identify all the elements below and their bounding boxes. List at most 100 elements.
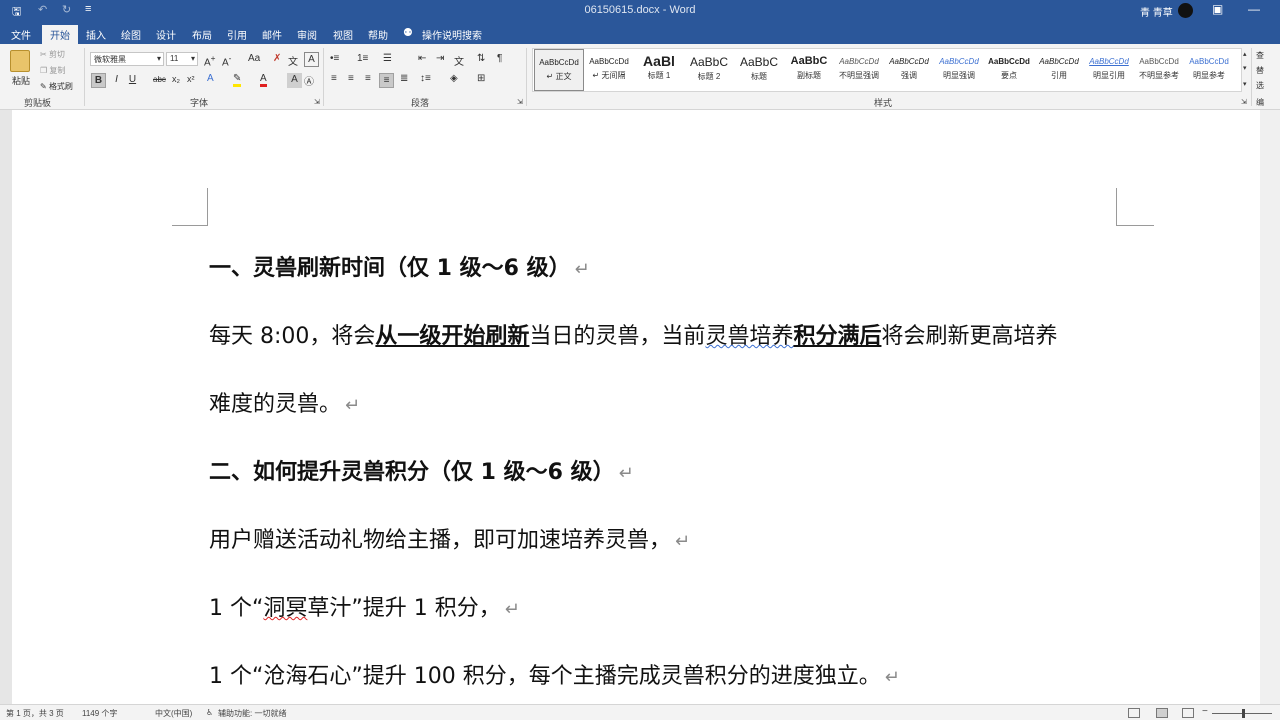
increase-indent-icon[interactable]: ⇥ <box>436 53 444 64</box>
paragraph-gift-rule[interactable]: 用户赠送活动礼物给主播，即可加速培养灵兽， ↵ <box>209 522 690 554</box>
borders-icon[interactable]: ⊞ <box>477 73 485 84</box>
superscript-button[interactable]: x² <box>187 74 195 84</box>
find-button[interactable]: 查 <box>1256 50 1264 61</box>
chinese-layout-icon[interactable]: 文 <box>454 53 464 68</box>
italic-button[interactable]: I <box>109 73 124 88</box>
user-name[interactable]: 青 青草 <box>1140 4 1173 19</box>
text-effects-icon[interactable]: A <box>207 73 214 84</box>
copy-button[interactable]: ❐ 复制 <box>40 65 65 76</box>
gallery-more-icon[interactable]: ▾ <box>1243 80 1247 88</box>
show-marks-icon[interactable]: ¶ <box>497 53 502 64</box>
style-heading-1[interactable]: AaBl 标题 1 <box>634 49 684 91</box>
align-left-icon[interactable]: ≡ <box>331 73 337 84</box>
character-border-icon[interactable]: A <box>304 52 319 67</box>
align-center-icon[interactable]: ≡ <box>348 73 354 84</box>
justify-icon[interactable]: ≡ <box>379 73 394 88</box>
gallery-down-icon[interactable]: ▾ <box>1243 64 1247 72</box>
font-name-select[interactable]: 微软雅黑 ▾ <box>90 52 164 66</box>
tab-mailings[interactable]: 邮件 <box>262 27 282 42</box>
style-subtle-emphasis[interactable]: AaBbCcDd 不明显强调 <box>834 49 884 91</box>
strikethrough-button[interactable]: abc <box>153 75 166 84</box>
style-intense-reference[interactable]: AaBbCcDd 明显参考 <box>1184 49 1234 91</box>
tab-layout[interactable]: 布局 <box>192 27 212 42</box>
select-button[interactable]: 选 <box>1256 80 1264 91</box>
paragraph-gift-1[interactable]: 1 个“洞冥草汁”提升 1 积分， ↵ <box>209 590 520 622</box>
paste-button[interactable]: 粘贴 <box>12 74 30 87</box>
change-case-icon[interactable]: Aa <box>248 53 260 64</box>
tab-view[interactable]: 视图 <box>333 27 353 42</box>
font-dialog-launcher-icon[interactable]: ⇲ <box>314 98 320 106</box>
tab-draw[interactable]: 绘图 <box>121 27 141 42</box>
read-mode-icon[interactable] <box>1128 708 1140 718</box>
clear-formatting-icon[interactable]: ✗ <box>273 53 281 64</box>
paragraph-refresh-rule[interactable]: 每天 8:00，将会从一级开始刷新当日的灵兽，当前灵兽培养积分满后将会刷新更高培… <box>209 318 1057 350</box>
shrink-font-icon[interactable]: A- <box>222 53 231 68</box>
tab-references[interactable]: 引用 <box>227 27 247 42</box>
replace-button[interactable]: 替 <box>1256 65 1264 76</box>
style-normal[interactable]: AaBbCcDd ↵ 正文 <box>534 49 584 91</box>
zoom-slider-thumb[interactable] <box>1242 709 1245 718</box>
numbering-icon[interactable]: 1≡ <box>357 53 368 64</box>
grow-font-icon[interactable]: A+ <box>204 53 216 68</box>
tell-me-search[interactable]: 操作说明搜索 <box>422 27 482 42</box>
style-title[interactable]: AaBbC 标题 <box>734 49 784 91</box>
heading-refresh-time[interactable]: 一、灵兽刷新时间（仅 1 级～6 级） ↵ <box>209 250 590 282</box>
subscript-button[interactable]: x₂ <box>172 74 180 84</box>
minimize-icon[interactable]: — <box>1248 2 1260 16</box>
paragraph-gift-2[interactable]: 1 个“沧海石心”提升 100 积分，每个主播完成灵兽积分的进度独立。 ↵ <box>209 658 900 690</box>
multilevel-list-icon[interactable]: ☰ <box>383 53 392 64</box>
bullets-icon[interactable]: •≡ <box>330 53 339 64</box>
tab-design[interactable]: 设计 <box>156 27 176 42</box>
avatar[interactable] <box>1178 3 1193 18</box>
paragraph-difficulty[interactable]: 难度的灵兽。 ↵ <box>209 386 360 418</box>
word-count[interactable]: 1149 个字 <box>82 708 117 719</box>
styles-dialog-launcher-icon[interactable]: ⇲ <box>1241 98 1247 106</box>
tab-help[interactable]: 帮助 <box>368 27 388 42</box>
accessibility-status[interactable]: 辅助功能: 一切就绪 <box>218 708 286 719</box>
page-count[interactable]: 第 1 页，共 3 页 <box>6 708 64 719</box>
paste-icon[interactable] <box>10 50 30 72</box>
line-spacing-icon[interactable]: ↕≡ <box>420 73 431 84</box>
lightbulb-icon[interactable]: ⚉ <box>403 26 413 39</box>
ribbon-display-icon[interactable]: ▣ <box>1212 2 1223 16</box>
print-layout-icon[interactable] <box>1156 708 1168 718</box>
vertical-scrollbar[interactable] <box>1260 110 1280 704</box>
enclose-characters-icon[interactable]: Ⓐ <box>304 73 314 88</box>
tab-file[interactable]: 文件 <box>11 27 31 42</box>
align-right-icon[interactable]: ≡ <box>365 73 371 84</box>
format-painter-button[interactable]: ✎ 格式刷 <box>40 81 73 92</box>
cut-button[interactable]: ✂ 剪切 <box>40 49 65 60</box>
tab-home[interactable]: 开始 <box>42 25 78 44</box>
tab-insert[interactable]: 插入 <box>86 27 106 42</box>
style-subtitle[interactable]: AaBbC 副标题 <box>784 49 834 91</box>
tab-review[interactable]: 审阅 <box>297 27 317 42</box>
shading-icon[interactable]: ◈ <box>450 73 458 84</box>
distributed-icon[interactable]: ≣ <box>400 73 408 84</box>
style-strong[interactable]: AaBbCcDd 要点 <box>984 49 1034 91</box>
zoom-out-icon[interactable]: − <box>1202 706 1208 717</box>
style-intense-quote[interactable]: AaBbCcDd 明显引用 <box>1084 49 1134 91</box>
margin-corner-top-left <box>172 188 208 226</box>
web-layout-icon[interactable] <box>1182 708 1194 718</box>
paragraph-group-label: 段落 <box>411 98 430 108</box>
sort-icon[interactable]: ⇅ <box>477 53 485 64</box>
phonetic-guide-icon[interactable]: 文 <box>288 53 298 68</box>
font-size-select[interactable]: 11 ▾ <box>166 52 198 66</box>
style-quote[interactable]: AaBbCcDd 引用 <box>1034 49 1084 91</box>
heading-raise-points[interactable]: 二、如何提升灵兽积分（仅 1 级～6 级） ↵ <box>209 454 634 486</box>
character-shading-icon[interactable]: A <box>287 73 302 88</box>
style-heading-2[interactable]: AaBbC 标题 2 <box>684 49 734 91</box>
document-page[interactable] <box>12 110 1260 704</box>
style-emphasis[interactable]: AaBbCcDd 强调 <box>884 49 934 91</box>
gallery-up-icon[interactable]: ▴ <box>1243 50 1247 58</box>
bold-button[interactable]: B <box>91 73 106 88</box>
language-indicator[interactable]: 中文(中国) <box>155 708 192 719</box>
style-subtle-reference[interactable]: AaBbCcDd 不明显参考 <box>1134 49 1184 91</box>
style-no-spacing[interactable]: AaBbCcDd ↵ 无间隔 <box>584 49 634 91</box>
paragraph-dialog-launcher-icon[interactable]: ⇲ <box>517 98 523 106</box>
underline-button[interactable]: U <box>125 73 140 88</box>
decrease-indent-icon[interactable]: ⇤ <box>418 53 426 64</box>
font-color-icon[interactable]: A <box>260 73 267 87</box>
highlight-icon[interactable]: ✎ <box>233 73 242 87</box>
style-intense-emphasis[interactable]: AaBbCcDd 明显强调 <box>934 49 984 91</box>
